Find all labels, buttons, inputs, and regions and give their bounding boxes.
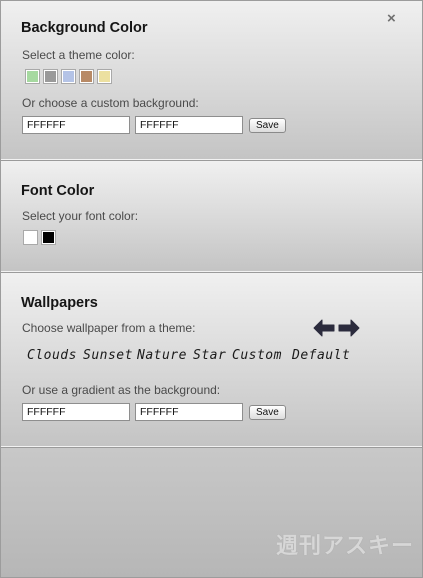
theme-swatch-gray[interactable] [44, 70, 57, 83]
theme-swatch-green[interactable] [26, 70, 39, 83]
background-color-title: Background Color [21, 20, 148, 36]
gradient-save-button[interactable]: Save [249, 405, 286, 420]
gradient-color-field-1[interactable] [22, 403, 130, 421]
bg-color-field-1[interactable] [22, 116, 130, 134]
wallpaper-theme-clouds[interactable]: Clouds [27, 348, 77, 363]
theme-swatch-yellow[interactable] [98, 70, 111, 83]
arrow-left-icon[interactable] [313, 319, 335, 337]
font-color-section: Font Color Select your font color: [1, 161, 422, 272]
wallpaper-theme-custom[interactable]: Custom [232, 348, 282, 363]
wallpapers-section: Wallpapers Choose wallpaper from a theme… [1, 273, 422, 447]
font-color-title: Font Color [21, 183, 95, 199]
font-swatch-black[interactable] [42, 231, 55, 244]
settings-panel: Background Color × Select a theme color:… [0, 0, 423, 578]
wallpapers-title: Wallpapers [21, 295, 98, 311]
bg-save-button[interactable]: Save [249, 118, 286, 133]
arrow-right-icon[interactable] [338, 319, 360, 337]
wallpaper-theme-default[interactable]: Default [292, 348, 350, 363]
wallpaper-theme-label: Choose wallpaper from a theme: [22, 321, 196, 335]
wallpaper-theme-nature[interactable]: Nature [137, 348, 187, 363]
theme-color-label: Select a theme color: [22, 48, 135, 62]
theme-swatch-blue[interactable] [62, 70, 75, 83]
close-icon[interactable]: × [387, 11, 396, 26]
bg-color-field-2[interactable] [135, 116, 243, 134]
font-color-label: Select your font color: [22, 209, 139, 223]
gradient-label: Or use a gradient as the background: [22, 383, 221, 397]
wallpaper-theme-sunset[interactable]: Sunset [83, 348, 133, 363]
watermark-logo: 週刊アスキー [276, 533, 415, 558]
custom-background-label: Or choose a custom background: [22, 96, 199, 110]
wallpaper-theme-star[interactable]: Star [193, 348, 226, 363]
background-color-section: Background Color × Select a theme color:… [1, 1, 422, 160]
gradient-color-field-2[interactable] [135, 403, 243, 421]
font-swatch-white[interactable] [24, 231, 37, 244]
theme-swatch-brown[interactable] [80, 70, 93, 83]
